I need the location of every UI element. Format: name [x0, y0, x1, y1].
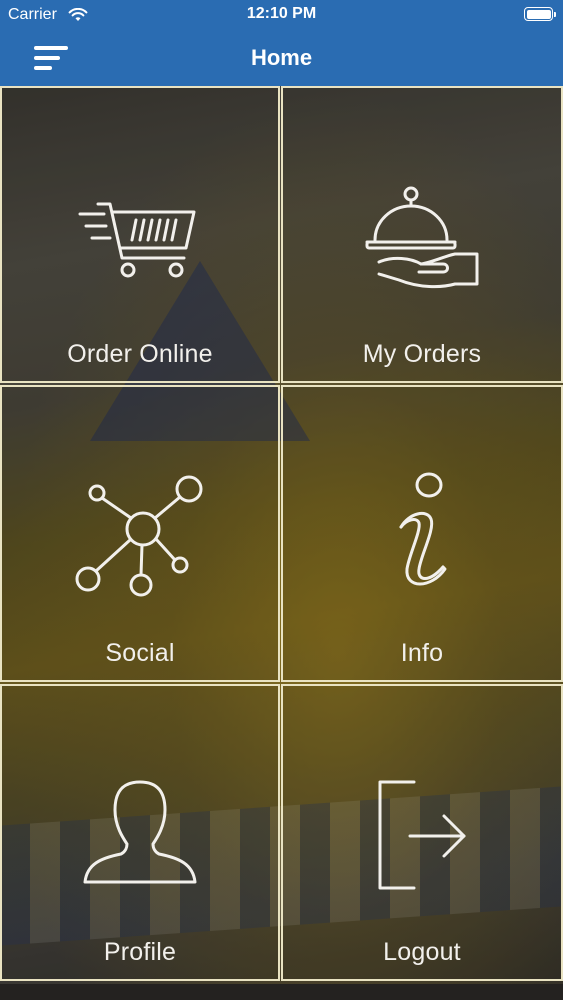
my-orders-label: My Orders	[362, 340, 482, 368]
info-label: Info	[400, 639, 444, 667]
order-online-tile[interactable]: Order Online	[0, 86, 280, 383]
logout-tile[interactable]: Logout	[281, 684, 563, 981]
order-online-label: Order Online	[67, 340, 213, 368]
navigation-bar: Home	[0, 30, 563, 86]
bottom-edge	[0, 984, 563, 1000]
user-profile-icon	[83, 780, 197, 884]
logout-icon	[378, 780, 466, 890]
network-nodes-icon	[75, 475, 203, 597]
profile-label: Profile	[103, 938, 177, 966]
status-bar: Carrier 12:10 PM	[0, 0, 563, 30]
info-tile[interactable]: Info	[281, 385, 563, 682]
clock: 12:10 PM	[246, 5, 317, 22]
shopping-cart-icon	[78, 202, 196, 278]
logout-label: Logout	[383, 938, 461, 966]
social-label: Social	[105, 639, 175, 667]
profile-tile[interactable]: Profile	[0, 684, 280, 981]
info-icon	[399, 472, 447, 586]
menu-grid: Order Online My Orders Social Info Profi…	[0, 86, 563, 984]
battery-icon	[524, 7, 556, 21]
serving-cloche-icon	[365, 186, 479, 289]
social-tile[interactable]: Social	[0, 385, 280, 682]
page-title: Home	[250, 45, 313, 70]
my-orders-tile[interactable]: My Orders	[281, 86, 563, 383]
